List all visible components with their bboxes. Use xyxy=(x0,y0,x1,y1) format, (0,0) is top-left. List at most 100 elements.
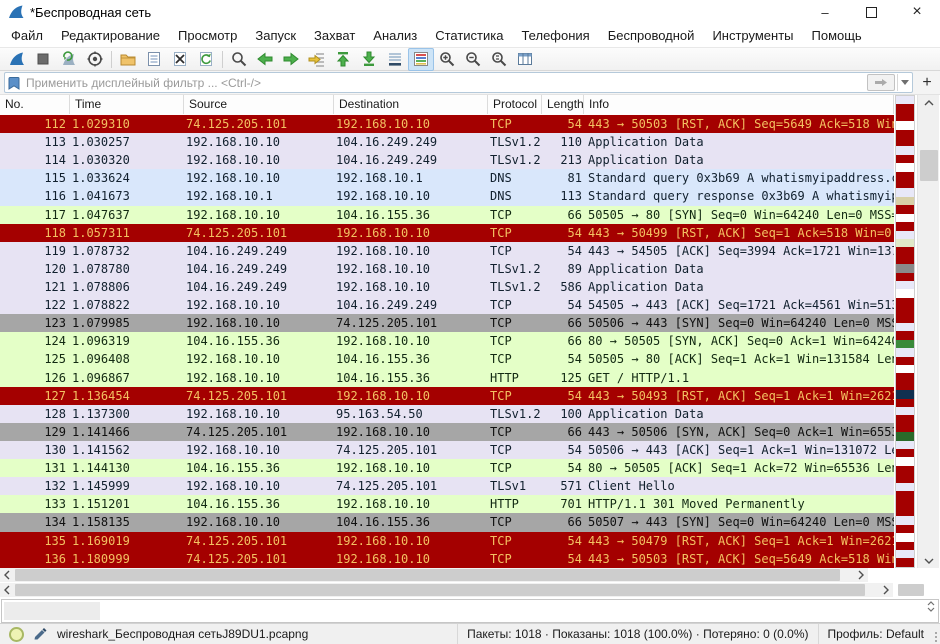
zoom-in-button[interactable] xyxy=(434,48,460,71)
column-header-source[interactable]: Source xyxy=(184,95,334,114)
cell-info: 50507 → 443 [SYN] Seq=0 Win=64240 Len=0 … xyxy=(588,513,894,531)
menu-go[interactable]: Запуск xyxy=(246,24,305,47)
filter-dropdown-button[interactable] xyxy=(897,74,912,91)
packet-row[interactable]: 1341.158135192.168.10.10104.16.155.36TCP… xyxy=(0,513,894,531)
packet-row[interactable]: 1351.16901974.125.205.101192.168.10.10TC… xyxy=(0,532,894,550)
menu-statistics[interactable]: Статистика xyxy=(426,24,512,47)
column-header-time[interactable]: Time xyxy=(70,95,184,114)
packet-row[interactable]: 1271.13645474.125.205.101192.168.10.10TC… xyxy=(0,387,894,405)
maximize-button[interactable] xyxy=(848,0,894,24)
menu-analyze[interactable]: Анализ xyxy=(364,24,426,47)
horizontal-scrollbar-list[interactable] xyxy=(0,568,868,582)
packet-row[interactable]: 1241.096319104.16.155.36192.168.10.10TCP… xyxy=(0,332,894,350)
menu-file[interactable]: Файл xyxy=(2,24,52,47)
packet-row[interactable]: 1201.078780104.16.249.249192.168.10.10TL… xyxy=(0,260,894,278)
resize-columns-button[interactable] xyxy=(512,48,538,71)
go-first-packet-button[interactable] xyxy=(330,48,356,71)
resize-grip[interactable] xyxy=(935,632,937,642)
cell-info: Application Data xyxy=(588,133,894,151)
horizontal-scroll-thumb[interactable] xyxy=(15,569,840,581)
cell-time: 1.096408 xyxy=(72,350,184,368)
go-back-button[interactable] xyxy=(252,48,278,71)
capture-options-button[interactable] xyxy=(82,48,108,71)
filter-bookmark-icon[interactable] xyxy=(8,76,20,90)
packet-row[interactable]: 1311.144130104.16.155.36192.168.10.10TCP… xyxy=(0,459,894,477)
packet-row[interactable]: 1221.078822192.168.10.10104.16.249.249TC… xyxy=(0,296,894,314)
vertical-scroll-thumb[interactable] xyxy=(920,150,938,181)
menu-help[interactable]: Помощь xyxy=(803,24,871,47)
scroll-left-icon[interactable] xyxy=(0,583,14,597)
zoom-normal-button[interactable] xyxy=(486,48,512,71)
packet-row[interactable]: 1151.033624192.168.10.10192.168.10.1DNS8… xyxy=(0,169,894,187)
stop-capture-button[interactable] xyxy=(30,48,56,71)
expert-info-icon[interactable] xyxy=(9,627,24,642)
menu-capture[interactable]: Захват xyxy=(305,24,364,47)
column-header-length[interactable]: Length xyxy=(542,95,584,114)
cell-len: 54 xyxy=(542,296,582,314)
go-forward-button[interactable] xyxy=(278,48,304,71)
display-filter-input[interactable] xyxy=(24,75,867,91)
scroll-left-icon[interactable] xyxy=(0,568,14,582)
scroll-down-icon[interactable] xyxy=(918,553,940,568)
add-filter-button[interactable]: + xyxy=(918,74,936,92)
cell-len: 54 xyxy=(542,550,582,568)
menu-telephony[interactable]: Телефония xyxy=(512,24,598,47)
packet-row[interactable]: 1301.141562192.168.10.1074.125.205.101TC… xyxy=(0,441,894,459)
vertical-scrollbar[interactable] xyxy=(917,95,939,568)
profile-label[interactable]: Профиль: Default xyxy=(818,624,934,644)
start-capture-button[interactable] xyxy=(4,48,30,71)
restart-capture-button[interactable] xyxy=(56,48,82,71)
cell-proto: TCP xyxy=(490,115,542,133)
packet-row[interactable]: 1131.030257192.168.10.10104.16.249.249TL… xyxy=(0,133,894,151)
auto-scroll-button[interactable] xyxy=(382,48,408,71)
packet-row[interactable]: 1211.078806104.16.249.249192.168.10.10TL… xyxy=(0,278,894,296)
scroll-up-icon[interactable] xyxy=(918,95,940,110)
close-file-button[interactable] xyxy=(167,48,193,71)
packet-row[interactable]: 1291.14146674.125.205.101192.168.10.10TC… xyxy=(0,423,894,441)
cell-proto: TCP xyxy=(490,550,542,568)
save-file-button[interactable] xyxy=(141,48,167,71)
menu-edit[interactable]: Редактирование xyxy=(52,24,169,47)
packet-row[interactable]: 1141.030320192.168.10.10104.16.249.249TL… xyxy=(0,151,894,169)
packet-row[interactable]: 1191.078732104.16.249.249192.168.10.10TC… xyxy=(0,242,894,260)
cell-proto: TCP xyxy=(490,350,542,368)
horizontal-scrollbar-detail[interactable] xyxy=(0,583,893,597)
minimize-button[interactable]: – xyxy=(802,0,848,24)
scroll-right-icon[interactable] xyxy=(854,568,868,582)
packet-row[interactable]: 1171.047637192.168.10.10104.16.155.36TCP… xyxy=(0,206,894,224)
packet-row[interactable]: 1161.041673192.168.10.1192.168.10.10DNS1… xyxy=(0,187,894,205)
go-last-packet-button[interactable] xyxy=(356,48,382,71)
go-to-packet-button[interactable] xyxy=(304,48,330,71)
horizontal-scroll-thumb[interactable] xyxy=(15,584,865,596)
packet-row[interactable]: 1231.079985192.168.10.1074.125.205.101TC… xyxy=(0,314,894,332)
capture-comment-icon[interactable] xyxy=(32,627,47,642)
packet-row[interactable]: 1281.137300192.168.10.1095.163.54.50TLSv… xyxy=(0,405,894,423)
colorize-packets-button[interactable] xyxy=(408,48,434,71)
apply-filter-button[interactable] xyxy=(867,74,895,91)
column-header-protocol[interactable]: Protocol xyxy=(488,95,542,114)
packet-row[interactable]: 1121.02931074.125.205.101192.168.10.10TC… xyxy=(0,115,894,133)
reload-file-button[interactable] xyxy=(193,48,219,71)
column-header-destination[interactable]: Destination xyxy=(334,95,488,114)
cell-src: 192.168.10.10 xyxy=(186,151,332,169)
open-file-button[interactable] xyxy=(115,48,141,71)
menu-wireless[interactable]: Беспроводной xyxy=(599,24,704,47)
packet-row[interactable]: 1181.05731174.125.205.101192.168.10.10TC… xyxy=(0,224,894,242)
scroll-right-icon[interactable] xyxy=(879,583,893,597)
menu-tools[interactable]: Инструменты xyxy=(703,24,802,47)
packet-row[interactable]: 1251.096408192.168.10.10104.16.155.36TCP… xyxy=(0,350,894,368)
menu-view[interactable]: Просмотр xyxy=(169,24,246,47)
zoom-out-button[interactable] xyxy=(460,48,486,71)
pane-spinner[interactable] xyxy=(927,601,935,612)
packet-row[interactable]: 1261.096867192.168.10.10104.16.155.36HTT… xyxy=(0,369,894,387)
packet-row[interactable]: 1321.145999192.168.10.1074.125.205.101TL… xyxy=(0,477,894,495)
find-packet-button[interactable] xyxy=(226,48,252,71)
column-header-no[interactable]: No. xyxy=(0,95,70,114)
close-button[interactable]: × xyxy=(894,0,940,24)
packet-row[interactable]: 1361.18099974.125.205.101192.168.10.10TC… xyxy=(0,550,894,568)
column-header-info[interactable]: Info xyxy=(584,95,894,114)
packet-details-pane[interactable] xyxy=(1,599,939,623)
packet-minimap[interactable] xyxy=(895,95,915,568)
packet-row[interactable]: 1331.151201104.16.155.36192.168.10.10HTT… xyxy=(0,495,894,513)
cell-src: 104.16.249.249 xyxy=(186,260,332,278)
